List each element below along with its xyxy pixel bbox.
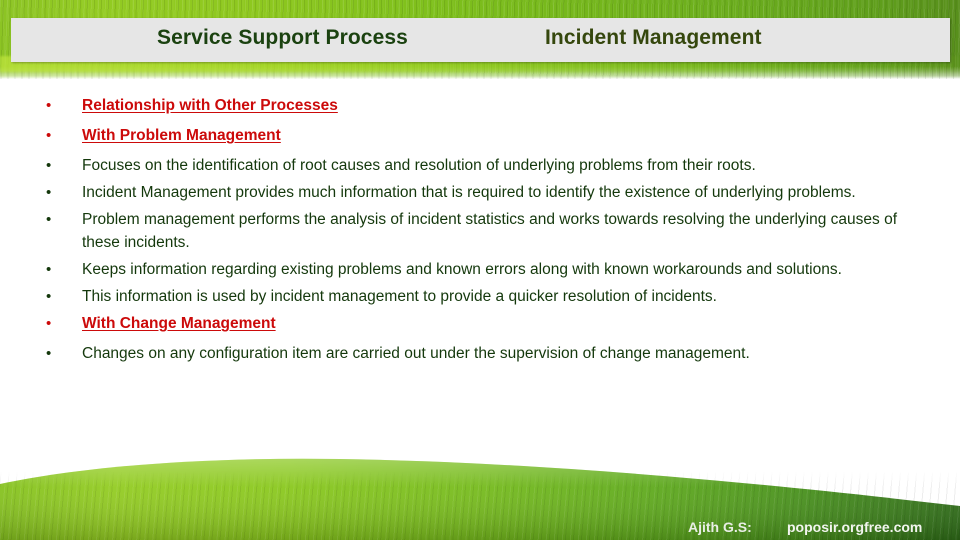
list-item-label: Relationship with Other Processes: [82, 97, 338, 114]
list-item-label: Focuses on the identification of root ca…: [82, 157, 756, 174]
page-title: Service Support Process: [157, 26, 408, 49]
list-item: • Changes on any configuration item are c…: [0, 342, 960, 365]
list-item-label: With Change Management: [82, 315, 276, 332]
list-item-label: With Problem Management: [82, 127, 281, 144]
list-item[interactable]: • With Problem Management: [0, 124, 960, 147]
list-item[interactable]: • With Change Management: [0, 312, 960, 335]
page-subtitle: Incident Management: [545, 26, 762, 49]
bullet-point-icon: •: [46, 211, 52, 228]
footer-website: poposir.orgfree.com: [787, 519, 923, 535]
list-item-label: Changes on any configuration item are ca…: [82, 345, 750, 362]
bullet-point-icon: •: [46, 288, 52, 305]
bullet-point-icon: •: [46, 315, 52, 332]
bullet-point-icon: •: [46, 261, 52, 278]
bullet-point-icon: •: [46, 184, 52, 201]
list-item: • Problem management performs the analysi…: [0, 208, 960, 254]
list-item: • This information is used by incident ma…: [0, 285, 960, 308]
list-item: • Focuses on the identification of root c…: [0, 154, 960, 177]
slide-canvas: Service Support Process Incident Managem…: [0, 0, 960, 540]
list-item: • Incident Management provides much infor…: [0, 181, 960, 204]
bullet-point-icon: •: [46, 345, 52, 362]
footer-author: Ajith G.S:: [688, 519, 752, 535]
list-item: • Keeps information regarding existing pr…: [0, 258, 960, 281]
bullet-point-icon: •: [46, 127, 52, 144]
bullet-list: • Relationship with Other Processes • With …: [0, 94, 960, 369]
list-item[interactable]: • Relationship with Other Processes: [0, 94, 960, 117]
list-item-label: Problem management performs the analysis…: [82, 211, 898, 251]
list-item-label: This information is used by incident man…: [82, 288, 717, 305]
bullet-point-icon: •: [46, 157, 52, 174]
slide-header-bar: Service Support Process Incident Managem…: [11, 18, 950, 62]
bullet-point-icon: •: [46, 97, 52, 114]
list-item-label: Keeps information regarding existing pro…: [82, 261, 842, 278]
list-item-label: Incident Management provides much inform…: [82, 184, 856, 201]
